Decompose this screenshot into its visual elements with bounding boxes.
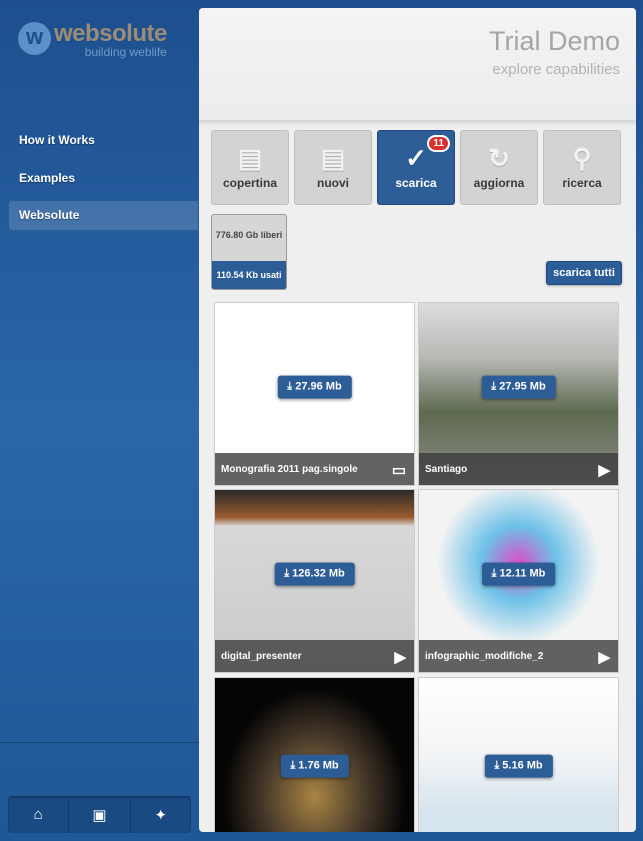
tab-scarica[interactable]: ✓ scarica 11 [377, 130, 455, 205]
item-caption: Monografia 2011 pag.singole ▭ [215, 453, 414, 485]
play-icon: ▶ [394, 649, 406, 666]
download-button[interactable]: ⤓ 27.95 Mb [481, 375, 556, 399]
play-icon: ▶ [598, 462, 610, 479]
sidebar-item-websolute[interactable]: Websolute [9, 201, 198, 230]
cover-icon: ▤ [237, 143, 263, 173]
count-badge: 11 [427, 135, 450, 152]
contact-card-icon[interactable]: ▣ [69, 796, 131, 833]
item-caption: Santiago ▶ [419, 453, 618, 485]
sidebar-item-how-it-works[interactable]: How it Works [9, 126, 198, 155]
document-icon: ▭ [391, 462, 406, 479]
list-item[interactable]: ⤓ 5.16 Mb [418, 677, 619, 832]
download-button[interactable]: ⤓ 126.32 Mb [274, 562, 355, 586]
divider [0, 742, 199, 743]
storage-used: 110.54 Kb usati [212, 261, 286, 289]
play-icon: ▶ [598, 649, 610, 666]
list-item[interactable]: ⤓ 1.76 Mb [214, 677, 415, 832]
storage-indicator: 776.80 Gb liberi 110.54 Kb usati [211, 214, 287, 290]
tab-label: aggiorna [473, 176, 525, 190]
list-item[interactable]: ⤓ 27.95 Mb Santiago ▶ [418, 302, 619, 486]
sidebar-item-examples[interactable]: Examples [9, 164, 198, 193]
tab-label: ricerca [562, 176, 602, 190]
download-button[interactable]: ⤓ 5.16 Mb [484, 754, 553, 778]
page-subtitle: explore capabilities [492, 61, 620, 78]
tab-label: nuovi [317, 176, 349, 190]
page-title: Trial Demo [488, 26, 620, 56]
bottom-toolbar: ⌂ ▣ ✦ [8, 796, 191, 833]
tab-nuovi[interactable]: ▤ nuovi [294, 130, 372, 205]
tab-aggiorna[interactable]: ↻ aggiorna [460, 130, 538, 205]
storage-free: 776.80 Gb liberi [212, 215, 286, 261]
list-item[interactable]: ⤓ 12.11 Mb infographic_modifiche_2 ▶ [418, 489, 619, 673]
refresh-icon: ↻ [488, 143, 510, 173]
plug-icon[interactable]: ✦ [131, 796, 191, 833]
tab-copertina[interactable]: ▤ copertina [211, 130, 289, 205]
tab-label: copertina [222, 176, 277, 190]
item-caption: infographic_modifiche_2 ▶ [419, 640, 618, 672]
list-item[interactable]: ⤓ 126.32 Mb digital_presenter ▶ [214, 489, 415, 673]
document-icon: ▤ [320, 143, 346, 173]
item-caption: digital_presenter ▶ [215, 640, 414, 672]
logo-mark: w [18, 22, 51, 55]
header: Trial Demo explore capabilities [199, 8, 636, 121]
logo-tagline: building weblife [84, 45, 167, 59]
main-panel: Trial Demo explore capabilities ▤ copert… [199, 8, 636, 832]
tab-ricerca[interactable]: ⚲ ricerca [543, 130, 621, 205]
websolute-logo: w websolute building weblife [18, 22, 167, 58]
tab-label: scarica [395, 176, 437, 190]
download-button[interactable]: ⤓ 1.76 Mb [280, 754, 349, 778]
download-button[interactable]: ⤓ 12.11 Mb [481, 562, 556, 586]
sidebar: w websolute building weblife How it Work… [0, 0, 199, 841]
logo-name: websolute [54, 20, 167, 47]
list-item[interactable]: ⤓ 27.96 Mb Monografia 2011 pag.singole ▭ [214, 302, 415, 486]
search-icon: ⚲ [572, 143, 592, 173]
download-button[interactable]: ⤓ 27.96 Mb [277, 375, 352, 399]
home-icon[interactable]: ⌂ [8, 796, 70, 833]
download-all-button[interactable]: scarica tutti [546, 261, 622, 285]
